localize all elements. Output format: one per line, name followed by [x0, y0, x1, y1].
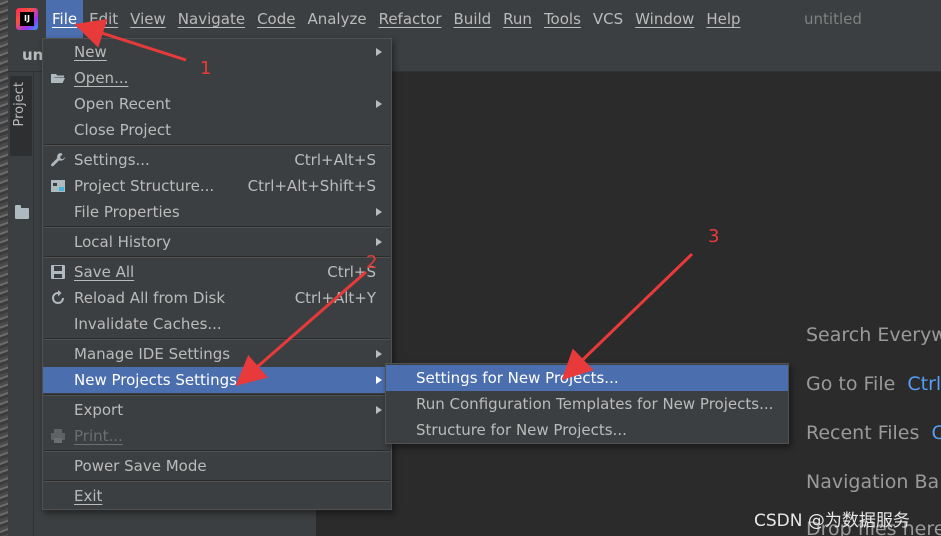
submenu-arrow-icon [376, 48, 382, 56]
annotation-number-1: 1 [200, 58, 212, 79]
menu-item-power-save-mode-label: Power Save Mode [74, 457, 207, 475]
menu-item-file-properties[interactable]: File Properties [43, 199, 391, 225]
menu-item-settings[interactable]: Settings... Ctrl+Alt+S [43, 147, 391, 173]
menu-separator [44, 144, 390, 146]
menu-item-local-history[interactable]: Local History [43, 229, 391, 255]
printer-icon [51, 429, 65, 443]
menu-item-print-label: Print... [74, 427, 123, 445]
main-menu-bar: IJ File Edit View Navigate Code Analyze … [8, 0, 941, 38]
editor-area: Search Everyw Go to File Ctrl Recent Fil… [316, 72, 941, 536]
menu-item-invalidate-caches[interactable]: Invalidate Caches... [43, 311, 391, 337]
menu-item-local-history-label: Local History [74, 233, 172, 251]
folder-open-icon [51, 74, 65, 83]
menu-code[interactable]: Code [251, 0, 301, 38]
submenu-item-label: Structure for New Projects... [416, 421, 627, 439]
menu-item-export-label: Export [74, 401, 124, 419]
submenu-arrow-icon [376, 238, 382, 246]
csdn-watermark: CSDN @为数据服务 [754, 511, 910, 531]
menu-window[interactable]: Window [629, 0, 700, 38]
submenu-arrow-icon [376, 350, 382, 358]
project-tool-button[interactable]: Project [10, 76, 32, 156]
goto-file-shortcut: Ctrl [907, 373, 941, 395]
menu-item-reload-all-label: Reload All from Disk [74, 289, 226, 307]
menu-view[interactable]: View [124, 0, 172, 38]
menu-item-invalidate-caches-label: Invalidate Caches... [74, 315, 222, 333]
hint-recent-files: Recent Files C [806, 422, 941, 444]
menu-item-power-save-mode[interactable]: Power Save Mode [43, 453, 391, 479]
settings-shortcut: Ctrl+Alt+S [294, 151, 376, 169]
menu-run[interactable]: Run [497, 0, 538, 38]
menu-item-close-project[interactable]: Close Project [43, 117, 391, 143]
menu-item-open-recent[interactable]: Open Recent [43, 91, 391, 117]
menu-vcs[interactable]: VCS [587, 0, 629, 38]
submenu-arrow-icon [376, 376, 382, 384]
menu-edit[interactable]: Edit [83, 0, 124, 38]
menu-item-export[interactable]: Export [43, 397, 391, 423]
submenu-item-label: Run Configuration Templates for New Proj… [416, 395, 774, 413]
menu-item-settings-label: Settings... [74, 151, 150, 169]
submenu-item-label: Settings for New Projects... [416, 369, 619, 387]
menu-item-save-all[interactable]: Save All Ctrl+S [43, 259, 391, 285]
menu-separator [44, 480, 390, 482]
intellij-logo-icon: IJ [16, 8, 38, 30]
project-structure-icon [51, 180, 65, 192]
menu-item-exit[interactable]: Exit [43, 483, 391, 509]
annotation-number-3: 3 [708, 226, 720, 247]
menu-item-new-label: New [74, 43, 107, 61]
menu-item-new[interactable]: New [43, 39, 391, 65]
hint-navigation-bar: Navigation Ba [806, 471, 940, 493]
reload-icon [52, 290, 64, 304]
left-tool-stripe: Project [8, 72, 34, 536]
menu-separator [44, 394, 390, 396]
folder-icon[interactable] [15, 205, 29, 219]
hint-goto-file: Go to File Ctrl [806, 373, 941, 395]
menu-item-project-structure-label: Project Structure... [74, 177, 215, 195]
submenu-item-run-config-templates[interactable]: Run Configuration Templates for New Proj… [386, 391, 788, 417]
menu-analyze[interactable]: Analyze [301, 0, 372, 38]
menu-item-manage-ide-settings-label: Manage IDE Settings [74, 345, 231, 363]
menu-separator [44, 226, 390, 228]
menu-item-save-all-label: Save All [74, 263, 135, 281]
menu-item-new-projects-settings-label: New Projects Settings [74, 371, 237, 389]
menu-item-project-structure[interactable]: Project Structure... Ctrl+Alt+Shift+S [43, 173, 391, 199]
hint-search-everywhere: Search Everyw [806, 324, 941, 346]
window-title: untitled [804, 10, 862, 28]
submenu-arrow-icon [376, 406, 382, 414]
menu-tools[interactable]: Tools [538, 0, 587, 38]
menu-item-print: Print... [43, 423, 391, 449]
menu-item-open-recent-label: Open Recent [74, 95, 171, 113]
project-tool-label: Project [12, 82, 27, 127]
menu-item-manage-ide-settings[interactable]: Manage IDE Settings [43, 341, 391, 367]
menu-refactor[interactable]: Refactor [373, 0, 448, 38]
submenu-arrow-icon [376, 100, 382, 108]
submenu-item-structure-for-new-projects[interactable]: Structure for New Projects... [386, 417, 788, 443]
file-menu-dropdown: New Open... Open Recent Close Project Se… [42, 38, 392, 510]
wrench-icon [51, 153, 65, 167]
logo-text: IJ [20, 12, 34, 26]
menu-help[interactable]: Help [700, 0, 746, 38]
reload-all-shortcut: Ctrl+Alt+Y [294, 289, 376, 307]
menu-item-open-label: Open... [74, 69, 129, 87]
menu-item-reload-all[interactable]: Reload All from Disk Ctrl+Alt+Y [43, 285, 391, 311]
recent-files-shortcut: C [931, 422, 941, 444]
annotation-number-2: 2 [366, 252, 378, 273]
menu-separator [44, 450, 390, 452]
save-icon [51, 265, 65, 279]
submenu-arrow-icon [376, 208, 382, 216]
project-structure-shortcut: Ctrl+Alt+Shift+S [247, 177, 376, 195]
menu-item-open[interactable]: Open... [43, 65, 391, 91]
menu-separator [44, 338, 390, 340]
new-projects-settings-submenu: Settings for New Projects... Run Configu… [385, 363, 789, 444]
menu-item-file-properties-label: File Properties [74, 203, 180, 221]
menu-item-close-project-label: Close Project [74, 121, 171, 139]
submenu-item-settings-for-new-projects[interactable]: Settings for New Projects... [386, 365, 788, 391]
menu-separator [44, 256, 390, 258]
menu-file[interactable]: File [46, 0, 84, 38]
desktop-background [0, 0, 8, 536]
menu-build[interactable]: Build [448, 0, 498, 38]
menu-item-exit-label: Exit [74, 487, 103, 505]
menu-item-new-projects-settings[interactable]: New Projects Settings [43, 367, 391, 393]
menu-navigate[interactable]: Navigate [172, 0, 251, 38]
